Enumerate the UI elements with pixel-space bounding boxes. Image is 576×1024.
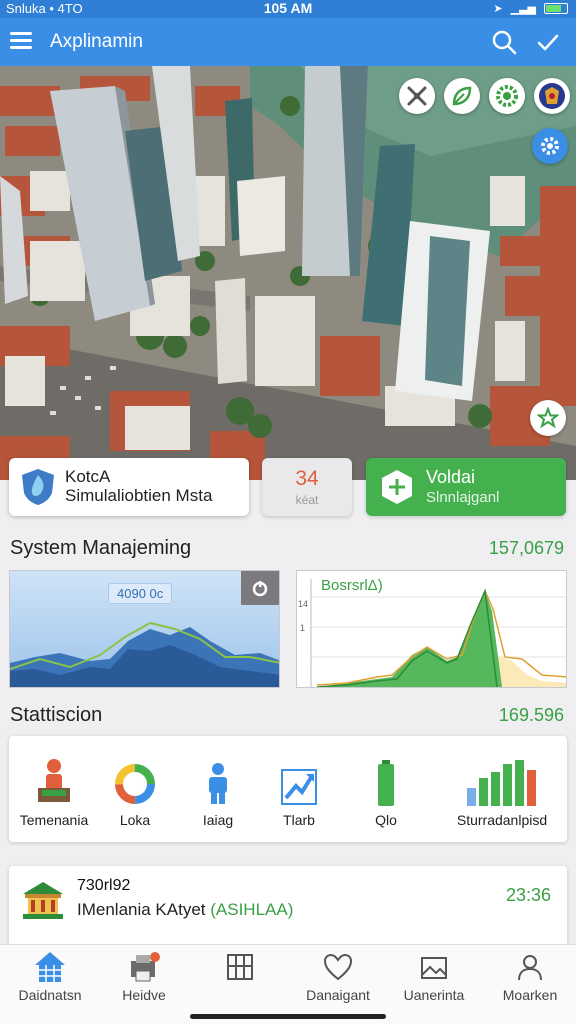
location-icon: ➤ [493,3,503,15]
search-icon[interactable] [490,28,518,56]
app-title: Axplinamin [50,31,143,52]
tools-icon[interactable] [399,78,435,114]
home-indicator[interactable] [190,1014,386,1019]
add-button-title: Voldai [426,467,476,487]
statistics-section-value: 169.596 [498,705,564,725]
nav-item-heidve[interactable]: Heidve [96,951,192,1003]
profile-icon [482,951,576,983]
line-chart-ytick-mid: 1 [300,623,306,633]
nav-item-image[interactable]: Uanerinta [386,951,482,1003]
nav-item-daidnatsn[interactable]: Daidnatsn [2,951,98,1003]
info-time: 23:36 [505,885,551,905]
nav-label: Heidve [122,987,166,1003]
signal-icon: ▁▃▅ [510,3,536,15]
bottom-navigation: Daidnatsn Heidve Danaigant Uanerinta Moa… [0,944,576,1024]
menu-icon[interactable] [10,32,32,50]
bar-chart-icon [447,756,557,806]
statistics-section-title: Stattiscion [10,704,103,726]
home-icon [2,951,98,983]
refresh-icon[interactable] [241,571,279,605]
info-card[interactable]: 730rl92 IMenlania KAtyet (ASIHLAA) 23:36 [9,866,567,946]
stat-label: Sturradanlpisd [456,812,548,828]
emblem-icon[interactable] [534,78,570,114]
status-bar: Snluka • 4TO 105 AM ➤ ▁▃▅ [0,0,576,18]
stat-item-qlo[interactable]: Qlo [353,756,419,828]
nav-label: Daidnatsn [18,987,82,1003]
stat-label: Qlo [375,812,397,828]
info-name: IMenlania KAtyet [77,900,206,919]
line-chart-title: BosrsrlΔ) [321,577,383,594]
nav-label: Danaigant [306,987,370,1003]
printer-icon [96,951,192,983]
battery-icon [353,756,419,806]
person-podium-icon [17,756,91,806]
system-line-chart[interactable]: BosrsrlΔ) 14 1 [296,570,567,688]
stat-label: Loka [119,812,151,828]
stat-item-tlarb[interactable]: Tlarb [269,756,329,828]
stat-label: Iaiag [202,812,234,828]
trend-chart-icon [269,756,329,806]
city-illustration [0,66,576,480]
add-button[interactable]: Voldai Slnnlajganl [366,458,566,516]
system-area-chart[interactable]: 4090 0c [9,570,280,688]
add-button-subtitle: Slnnlajganl [426,489,500,506]
image-icon [386,951,482,983]
gear-icon[interactable] [532,128,568,164]
nav-label: Uanerinta [403,987,465,1003]
count-label: kéat [295,493,319,507]
stat-item-loka[interactable]: Loka [101,756,169,828]
simulation-card-title: KotcA [65,467,111,486]
status-time: 105 AM [263,0,313,16]
chart-value-chip: 4090 0c [108,583,173,604]
nav-label: Moarken [502,987,558,1003]
nav-item-profile[interactable]: Moarken [482,951,576,1003]
city-aerial-image [0,66,576,480]
count-value: 34 [295,467,319,490]
app-bar: Axplinamin [0,18,576,66]
system-section-title: System Manajeming [10,537,192,559]
count-card[interactable]: 34 kéat [262,458,352,516]
heart-icon [290,951,386,983]
system-section-value: 157,0679 [488,538,564,558]
info-name-line: IMenlania KAtyet (ASIHLAA) [77,900,293,920]
stat-item-iaiag[interactable]: Iaiag [187,756,249,828]
grid-window-icon [192,951,288,983]
simulation-card-subtitle: Simulaliobtien Msta [65,486,213,505]
stat-item-temenania[interactable]: Temenania [17,756,91,828]
stat-label: Temenania [19,812,89,828]
simulation-card[interactable]: KotcA Simulaliobtien Msta [9,458,249,516]
gear-badge-icon[interactable] [489,78,525,114]
stat-item-sturradanlpisd[interactable]: Sturradanlpisd [447,756,557,828]
shield-icon [22,469,54,505]
donut-chart-icon [101,756,169,806]
star-icon[interactable] [530,400,566,436]
info-tag: (ASIHLAA) [210,900,294,919]
leaf-icon[interactable] [444,78,480,114]
battery-status-icon [544,3,568,14]
stat-label: Tlarb [283,812,315,828]
person-icon [187,756,249,806]
bank-icon [23,882,63,919]
info-number: 730rl92 [77,877,131,894]
check-icon[interactable] [534,28,562,56]
nav-item-uanerinta[interactable]: Danaigant [290,951,386,1003]
nav-item-danaigant[interactable] [192,951,288,987]
statistics-card: Temenania Loka Iaiag Tlarb Qlo Sturradan… [9,736,567,842]
line-chart-ytick-top: 14 [298,599,309,609]
add-icon [382,470,412,504]
